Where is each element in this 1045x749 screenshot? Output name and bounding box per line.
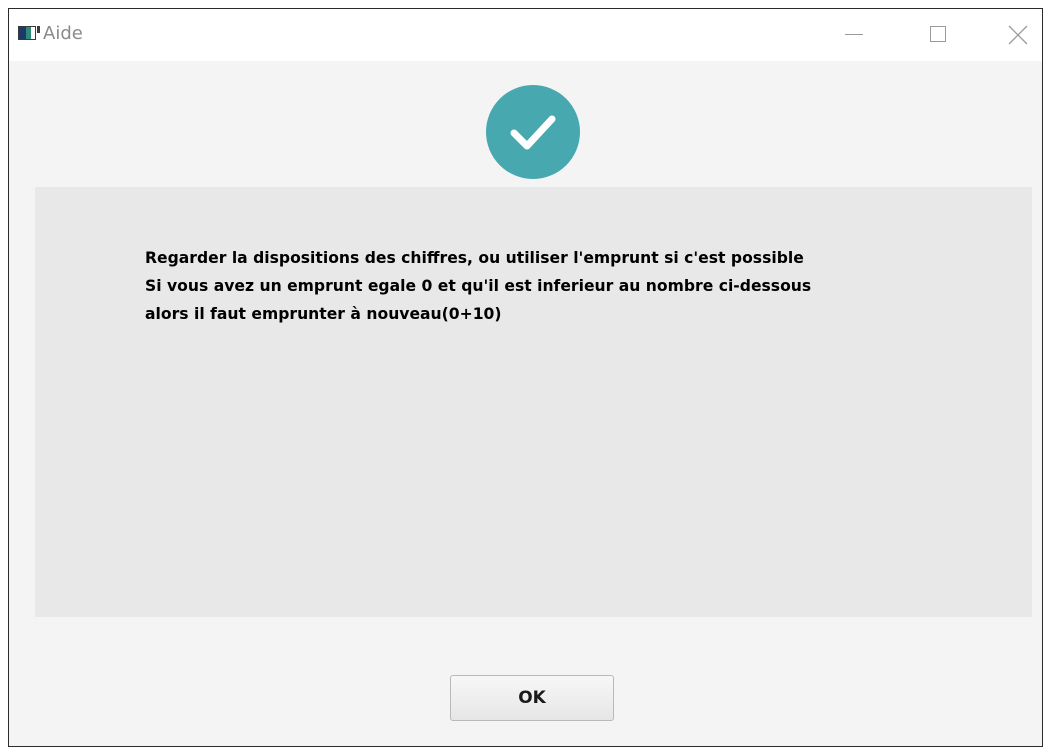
close-button[interactable] bbox=[995, 9, 1041, 61]
message-line: Si vous avez un emprunt egale 0 et qu'il… bbox=[145, 277, 812, 295]
help-message: Regarder la dispositions des chiffres, o… bbox=[145, 244, 811, 328]
minimize-button[interactable] bbox=[831, 9, 877, 61]
success-badge bbox=[486, 85, 580, 179]
close-icon bbox=[1008, 25, 1028, 45]
maximize-button[interactable] bbox=[915, 9, 961, 61]
message-line: Regarder la dispositions des chiffres, o… bbox=[145, 249, 804, 267]
checkmark-icon bbox=[510, 115, 556, 150]
help-dialog-window: Aide Regarder la dispositions des chiffr… bbox=[8, 8, 1043, 747]
app-icon bbox=[18, 26, 40, 40]
message-line: alors il faut emprunter à nouveau(0+10) bbox=[145, 305, 502, 323]
ok-button[interactable]: OK bbox=[450, 675, 614, 721]
message-panel: Regarder la dispositions des chiffres, o… bbox=[35, 187, 1032, 617]
title-bar[interactable]: Aide bbox=[9, 9, 1042, 61]
window-title: Aide bbox=[43, 23, 83, 44]
